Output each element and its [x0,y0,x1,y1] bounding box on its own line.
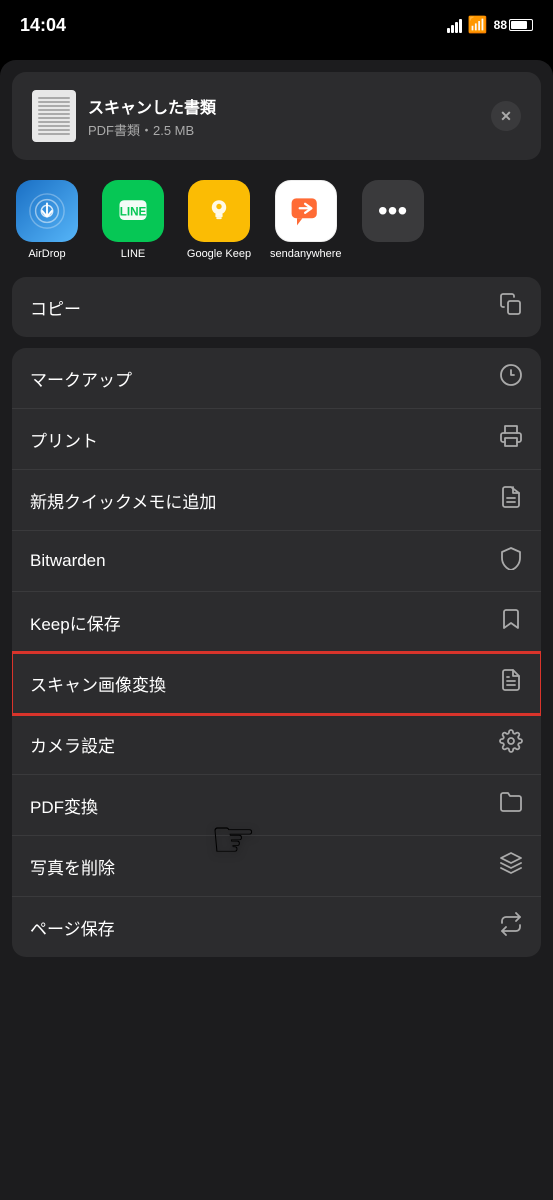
file-meta: PDF書類・2.5 MB [88,120,491,139]
menu-item-markup-label: マークアップ [30,366,132,391]
menu-item-print[interactable]: プリント [12,409,541,470]
line-icon: LINE [102,180,164,242]
status-icons: 📶 88 [447,15,533,35]
menu-item-pagesave[interactable]: ページ保存 [12,897,541,957]
status-time: 14:04 [20,15,66,36]
file-thumbnail [32,90,76,142]
file-header: スキャンした書類 PDF書類・2.5 MB ✕ [12,72,541,160]
wifi-icon: 📶 [468,15,488,35]
battery-body [509,19,533,31]
menu-item-scanconvert-label: スキャン画像変換 [30,671,166,696]
layers-icon [499,851,523,881]
menu-item-keep-label: Keepに保存 [30,610,121,635]
menu-item-quickmemo[interactable]: 新規クイックメモに追加 [12,470,541,531]
sendanywhere-icon [275,180,337,242]
gear-icon [499,729,523,759]
app-label-googlekeep: Google Keep [187,248,251,261]
menu-item-keep[interactable]: Keepに保存 [12,592,541,653]
menu-item-quickmemo-label: 新規クイックメモに追加 [30,488,216,513]
folder-icon [499,790,523,820]
file-name: スキャンした書類 [88,94,491,118]
status-bar: 14:04 📶 88 [0,0,553,50]
copy-icon [499,292,523,322]
keep-icon [499,607,523,637]
menu-section-copy: コピー [12,277,541,337]
share-sheet: スキャンした書類 PDF書類・2.5 MB ✕ AirDrop [0,60,553,1200]
battery-indicator: 88 [494,18,533,32]
battery-label: 88 [494,18,507,32]
menu-item-bitwarden[interactable]: Bitwarden [12,531,541,592]
app-label-sendanywhere: sendanywhere [270,248,342,261]
svg-text:LINE: LINE [120,206,147,219]
scanconvert-icon [499,668,523,698]
app-item-airdrop[interactable]: AirDrop [12,180,82,261]
app-row: AirDrop LINE LINE [0,160,553,277]
markup-icon [499,363,523,393]
app-item-line[interactable]: LINE LINE [98,180,168,261]
app-label-line: LINE [121,248,145,261]
battery-fill [511,21,527,29]
file-info: スキャンした書類 PDF書類・2.5 MB [88,94,491,139]
quickmemo-icon [499,485,523,515]
menu-item-deletephoto[interactable]: 写真を削除 [12,836,541,897]
menu-item-copy[interactable]: コピー [12,277,541,337]
close-button[interactable]: ✕ [491,101,521,131]
airdrop-icon [16,180,78,242]
print-icon [499,424,523,454]
menu-item-copy-label: コピー [30,295,81,320]
app-item-googlekeep[interactable]: Google Keep [184,180,254,261]
bitwarden-icon [499,546,523,576]
app-item-sendanywhere[interactable]: sendanywhere [270,180,342,261]
signal-icon [447,17,462,33]
menu-item-scanconvert[interactable]: スキャン画像変換 [12,653,541,714]
menu-item-pagesave-label: ページ保存 [30,915,115,940]
menu-item-bitwarden-label: Bitwarden [30,551,106,571]
googlekeep-icon [188,180,250,242]
menu-section-main: マークアップ プリント [12,348,541,957]
menu-item-camerasettings[interactable]: カメラ設定 [12,714,541,775]
menu-item-markup[interactable]: マークアップ [12,348,541,409]
pagesave-icon [499,912,523,942]
more-icon: ••• [362,180,424,242]
app-label-airdrop: AirDrop [28,248,65,261]
menu-item-pdfconvert-label: PDF変換 [30,793,98,818]
app-item-more[interactable]: ••• [358,180,428,261]
menu-list: コピー マークアップ [0,277,553,967]
menu-item-deletephoto-label: 写真を削除 [30,854,115,879]
menu-item-pdfconvert[interactable]: PDF変換 [12,775,541,836]
menu-item-camerasettings-label: カメラ設定 [30,732,115,757]
menu-item-print-label: プリント [30,427,98,452]
